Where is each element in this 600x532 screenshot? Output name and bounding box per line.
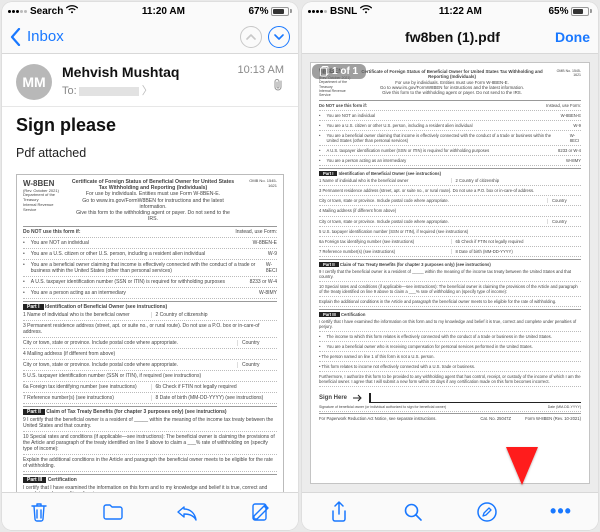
search-button[interactable] bbox=[394, 502, 432, 522]
back-label: Inbox bbox=[27, 28, 64, 45]
sign-here-row: Sign Here bbox=[319, 393, 581, 403]
done-button[interactable]: Done bbox=[555, 29, 590, 45]
signal-dots-icon bbox=[308, 10, 327, 13]
wifi-icon bbox=[66, 5, 78, 17]
status-left: BSNL bbox=[308, 5, 372, 17]
to-label: To: bbox=[62, 85, 77, 97]
more-button[interactable]: ••• bbox=[542, 501, 580, 522]
header-right: 10:13 AM bbox=[238, 64, 284, 97]
document-title: fw8ben (1).pdf bbox=[350, 29, 555, 45]
message-text: Pdf attached bbox=[16, 146, 284, 160]
signal-dots-icon bbox=[8, 10, 27, 13]
status-left: Search bbox=[8, 5, 78, 17]
status-time: 11:22 AM bbox=[439, 6, 482, 17]
status-right: 67% bbox=[248, 6, 292, 17]
status-bar: BSNL 11:22 AM 65% bbox=[302, 2, 598, 20]
message-body[interactable]: Sign please Pdf attached W-8BEN (Rev. Oc… bbox=[2, 107, 298, 492]
compose-button[interactable] bbox=[242, 502, 280, 522]
phone-left-mail: Search 11:20 AM 67% Inbox MM bbox=[2, 2, 298, 530]
prev-message-button[interactable] bbox=[240, 26, 262, 48]
battery-icon bbox=[271, 7, 292, 16]
phone-right-pdf: BSNL 11:22 AM 65% fw8ben (1).pdf Done 1 … bbox=[302, 2, 598, 530]
wifi-icon bbox=[360, 5, 372, 17]
battery-icon bbox=[571, 7, 592, 16]
attachment-preview[interactable]: W-8BEN (Rev. October 2021)Department of … bbox=[16, 174, 284, 492]
subject: Sign please bbox=[16, 115, 284, 136]
pdf-toolbar: ••• bbox=[302, 492, 598, 530]
received-time: 10:13 AM bbox=[238, 64, 284, 76]
carrier-label: BSNL bbox=[330, 6, 357, 17]
attachment-icon bbox=[238, 78, 284, 97]
to-chevron-icon: 〉 bbox=[142, 85, 153, 97]
pdf-viewport[interactable]: 1 of 1 W-8BEN (Rev. October 2021)Departm… bbox=[302, 54, 598, 492]
status-time: 11:20 AM bbox=[142, 6, 185, 17]
carrier-label: Search bbox=[30, 6, 63, 17]
status-bar: Search 11:20 AM 67% bbox=[2, 2, 298, 20]
to-redacted bbox=[79, 87, 139, 96]
sender-name: Mehvish Mushtaq bbox=[62, 64, 179, 80]
mail-toolbar bbox=[2, 492, 298, 530]
chevron-left-icon bbox=[10, 28, 21, 46]
sign-arrow-icon bbox=[353, 394, 363, 402]
move-button[interactable] bbox=[94, 503, 132, 521]
status-right: 65% bbox=[548, 6, 592, 17]
battery-pct: 67% bbox=[248, 6, 268, 17]
reply-button[interactable] bbox=[168, 503, 206, 521]
share-button[interactable] bbox=[320, 501, 358, 523]
avatar: MM bbox=[16, 64, 52, 100]
ellipsis-icon: ••• bbox=[550, 501, 572, 522]
markup-button[interactable] bbox=[468, 501, 506, 523]
sender-block: Mehvish Mushtaq To: 〉 bbox=[62, 64, 179, 98]
next-message-button[interactable] bbox=[268, 26, 290, 48]
trash-button[interactable] bbox=[20, 501, 58, 523]
form-title: Certificate of Foreign Status of Benefic… bbox=[71, 179, 235, 223]
pdf-page: W-8BEN (Rev. October 2021)Department of … bbox=[310, 62, 590, 484]
to-line[interactable]: To: 〉 bbox=[62, 82, 179, 98]
back-button[interactable]: Inbox bbox=[10, 28, 64, 46]
message-header: MM Mehvish Mushtaq To: 〉 10:13 AM bbox=[2, 54, 298, 107]
pdf-nav-bar: fw8ben (1).pdf Done bbox=[302, 20, 598, 54]
mail-nav-bar: Inbox bbox=[2, 20, 298, 54]
page-icon bbox=[320, 66, 329, 77]
battery-pct: 65% bbox=[548, 6, 568, 17]
page-counter: 1 of 1 bbox=[312, 64, 366, 79]
